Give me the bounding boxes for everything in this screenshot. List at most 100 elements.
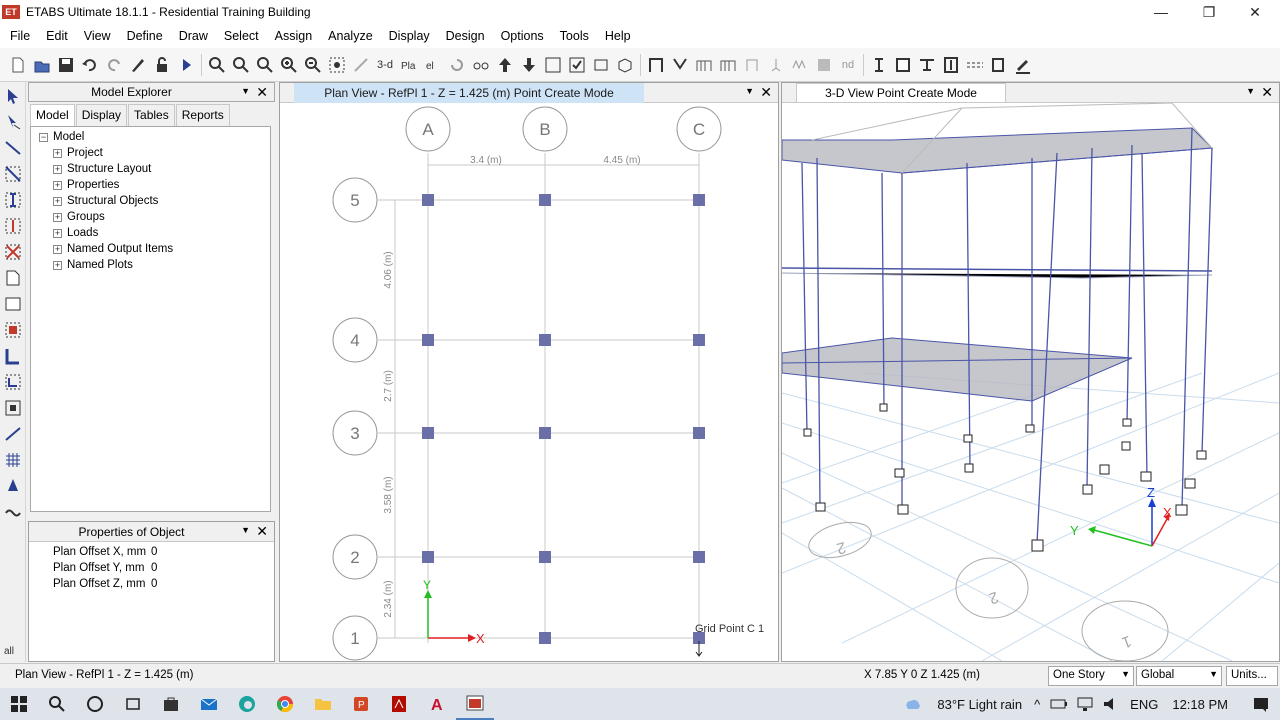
dropdown-arrow-icon[interactable]: ▼ [1246,86,1255,96]
move-up-icon[interactable] [493,53,517,77]
maximize-button[interactable]: ❐ [1186,0,1232,24]
expand-icon[interactable]: + [53,260,62,270]
tree-item-named-output-items[interactable]: + Named Output Items [39,241,270,257]
joint-c4[interactable] [693,334,705,346]
run-icon[interactable] [174,53,198,77]
units-button[interactable]: Units... [1226,666,1278,686]
undo-icon[interactable] [78,53,102,77]
tree-item-structure-layout[interactable]: + Structure Layout [39,161,270,177]
joint-b2[interactable] [539,551,551,563]
joint-c5[interactable] [693,194,705,206]
language-indicator[interactable]: ENG [1130,697,1158,712]
save-icon[interactable] [54,53,78,77]
menu-tools[interactable]: Tools [552,29,597,43]
battery-icon[interactable] [1046,688,1072,720]
tree-item-project[interactable]: + Project [39,145,270,161]
chrome-icon[interactable] [266,688,304,720]
frame-icon[interactable] [644,53,668,77]
file-explorer-icon[interactable] [304,688,342,720]
display-options-icon[interactable] [589,53,613,77]
tab-tables[interactable]: Tables [128,104,175,126]
expand-icon[interactable]: + [53,244,62,254]
network-icon[interactable] [1072,688,1098,720]
draw-brace-icon[interactable] [2,163,24,185]
joint-b1[interactable] [539,632,551,644]
etabs-taskbar-icon[interactable] [456,688,494,720]
mail-icon[interactable] [190,688,228,720]
3d-view-tab[interactable]: 3-D View Point Create Mode [796,83,1006,103]
dashed-line-icon[interactable] [963,53,987,77]
draw-rect-area-icon[interactable] [2,293,24,315]
menu-view[interactable]: View [76,29,119,43]
quick-draw-wall-icon[interactable] [2,371,24,393]
menu-file[interactable]: File [2,29,38,43]
draw-grid-icon[interactable] [2,449,24,471]
check-icon[interactable] [565,53,589,77]
lock-icon[interactable] [150,53,174,77]
draw-line-icon[interactable] [2,137,24,159]
tree-root[interactable]: − Model [39,129,270,145]
property-row[interactable]: Plan Offset X, mm 0 [29,544,274,560]
minimize-button[interactable]: — [1138,0,1184,24]
store-icon[interactable] [152,688,190,720]
dropdown-arrow-icon[interactable]: ▼ [241,86,250,96]
cortana-icon[interactable] [76,688,114,720]
area-icon[interactable] [891,53,915,77]
joint-a3[interactable] [422,427,434,439]
clock[interactable]: 12:18 PM [1172,697,1228,712]
tree-item-structural-objects[interactable]: + Structural Objects [39,193,270,209]
expand-icon[interactable]: + [53,180,62,190]
redo-icon[interactable] [102,53,126,77]
spring-icon[interactable] [788,53,812,77]
menu-display[interactable]: Display [381,29,438,43]
menu-analyze[interactable]: Analyze [320,29,380,43]
open-icon[interactable] [30,53,54,77]
new-model-icon[interactable] [6,53,30,77]
property-value[interactable]: 0 [151,578,157,590]
column-icon[interactable] [939,53,963,77]
link-icon[interactable] [987,53,1011,77]
weather-icon[interactable] [893,688,931,720]
joint-b3[interactable] [539,427,551,439]
all-label[interactable]: all [4,646,14,657]
brace-icon[interactable] [668,53,692,77]
property-row[interactable]: Plan Offset Y, mm 0 [29,560,274,576]
collapse-icon[interactable]: − [39,132,48,142]
zoom-window-icon[interactable] [205,53,229,77]
menu-design[interactable]: Design [438,29,493,43]
expand-icon[interactable]: + [53,196,62,206]
property-value[interactable]: 0 [151,546,157,558]
menu-edit[interactable]: Edit [38,29,76,43]
close-icon[interactable]: ✕ [256,523,268,540]
joint-b5[interactable] [539,194,551,206]
zoom-out-icon[interactable] [301,53,325,77]
move-down-icon[interactable] [517,53,541,77]
property-value[interactable]: 0 [151,562,157,574]
box-icon[interactable] [613,53,637,77]
menu-assign[interactable]: Assign [267,29,321,43]
coord-system-select[interactable]: Global ▼ [1136,666,1222,686]
fill-icon[interactable] [812,53,836,77]
close-icon[interactable]: ✕ [1261,84,1273,101]
volume-icon[interactable] [1098,688,1124,720]
menu-draw[interactable]: Draw [171,29,216,43]
elevation-view-icon[interactable]: el [421,53,445,77]
tab-model[interactable]: Model [30,104,75,126]
draw-wave-icon[interactable] [2,501,24,523]
pointer-icon[interactable] [2,85,24,107]
draw-link-icon[interactable] [2,423,24,445]
beam-icon[interactable] [915,53,939,77]
measure-icon[interactable] [349,53,373,77]
section-i-icon[interactable] [867,53,891,77]
powerpoint-icon[interactable]: P [342,688,380,720]
rotate-icon[interactable] [445,53,469,77]
plan-view-window[interactable]: Plan View - RefPl 1 - Z = 1.425 (m) Poin… [279,82,779,662]
expand-icon[interactable]: + [53,212,62,222]
search-icon[interactable] [38,688,76,720]
menu-select[interactable]: Select [216,29,267,43]
notifications-icon[interactable] [1242,688,1280,720]
dropdown-arrow-icon[interactable]: ▼ [241,525,250,535]
draw-cross-brace-icon[interactable] [2,241,24,263]
zoom-restore-icon[interactable] [229,53,253,77]
select-object-icon[interactable] [541,53,565,77]
